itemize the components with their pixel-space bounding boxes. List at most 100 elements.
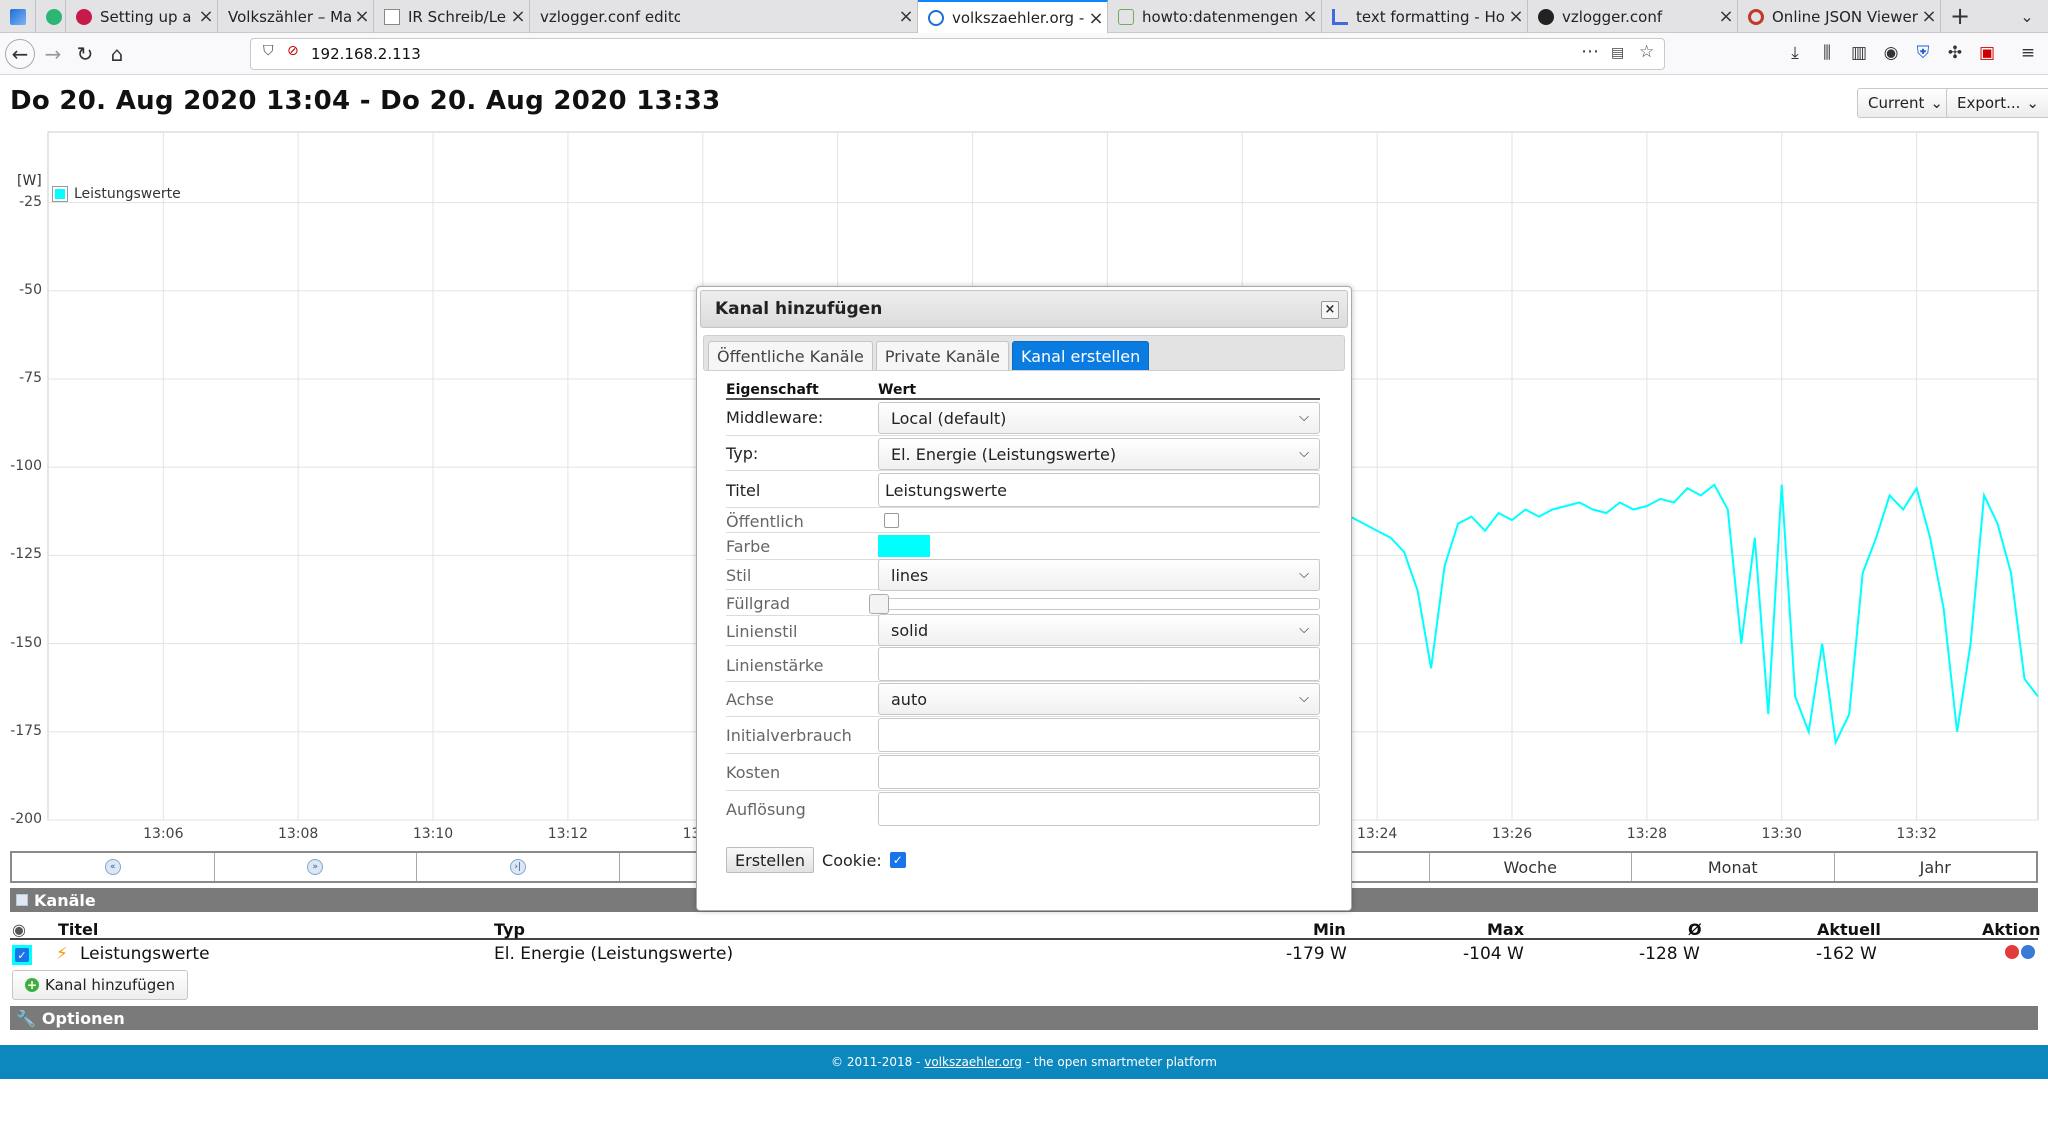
tab-title: vzlogger.conf: [1562, 7, 1663, 26]
close-icon[interactable]: ×: [1715, 6, 1737, 27]
eye-icon: ◉: [12, 920, 26, 939]
sidebar-icon[interactable]: ▥: [1847, 41, 1871, 65]
tab-pinned-2[interactable]: [36, 0, 66, 33]
close-icon[interactable]: ×: [1299, 6, 1321, 27]
insecure-lock-icon[interactable]: ⊘: [287, 43, 299, 59]
nav-back-button[interactable]: «: [12, 853, 215, 881]
title-input[interactable]: Leistungswerte: [878, 473, 1320, 507]
url-bar[interactable]: ⛉ ⊘ 192.168.2.113 ⋯ ▤ ☆: [250, 38, 1665, 70]
back-button[interactable]: ←: [5, 39, 35, 69]
browser-tab-strip: Setting up a wireless LAN× Volkszähler –…: [0, 0, 2048, 34]
tab-title: howto:datenmengen [w: [1142, 7, 1299, 26]
nav-end-button[interactable]: ›|: [417, 853, 620, 881]
shield-icon[interactable]: ⛉: [263, 43, 274, 59]
type-select[interactable]: El. Energie (Leistungswerte) ⌵: [878, 438, 1320, 470]
slider-handle[interactable]: [869, 594, 889, 614]
color-swatch[interactable]: [878, 535, 930, 557]
forward-button[interactable]: →: [38, 39, 68, 69]
close-icon[interactable]: ×: [195, 6, 217, 27]
arrow-left-icon: ←: [11, 42, 29, 66]
tab-item[interactable]: Online JSON Viewer ×: [1738, 0, 1941, 33]
tab-private-channels[interactable]: Private Kanäle: [875, 341, 1010, 370]
close-icon[interactable]: ×: [1085, 8, 1107, 29]
close-icon[interactable]: ×: [1918, 6, 1940, 27]
middleware-value: Local (default): [891, 408, 1007, 428]
y-axis-unit: [W]: [17, 173, 42, 189]
tab-title: IR Schreib/Lesekopf USB: [408, 7, 507, 26]
form-header: Eigenschaft Wert: [726, 382, 1320, 400]
download-icon[interactable]: ⤓: [1783, 41, 1807, 65]
style-select[interactable]: lines ⌵: [878, 559, 1320, 591]
y-tick-label: -175: [10, 722, 42, 739]
channel-title[interactable]: Leistungswerte: [80, 944, 210, 964]
close-icon[interactable]: ×: [895, 6, 917, 27]
tab-item[interactable]: IR Schreib/Lesekopf USB×: [374, 0, 530, 33]
delete-icon[interactable]: [2005, 945, 2019, 959]
export-button[interactable]: Export... ⌄: [1946, 88, 2048, 118]
tab-public-channels[interactable]: Öffentliche Kanäle: [708, 341, 873, 370]
options-section-header[interactable]: 🔧 Optionen: [10, 1006, 2038, 1030]
resolution-input[interactable]: [878, 792, 1320, 826]
tab-item[interactable]: Volkszähler – Manuel Wortm×: [218, 0, 374, 33]
new-tab-button[interactable]: +: [1945, 0, 1975, 33]
middleware-select[interactable]: Local (default) ⌵: [878, 402, 1320, 434]
add-channel-button[interactable]: + Kanal hinzufügen: [12, 970, 189, 1000]
url-text[interactable]: 192.168.2.113: [311, 45, 421, 63]
menu-icon[interactable]: ≡: [2016, 41, 2040, 65]
bookmark-star-icon[interactable]: ☆: [1639, 42, 1654, 62]
costs-input[interactable]: [878, 755, 1320, 789]
tab-title: volkszaehler.org - web fr: [952, 9, 1085, 27]
extension-badge-icon[interactable]: ▣: [1975, 41, 1999, 65]
reader-view-icon[interactable]: ▤: [1611, 45, 1624, 61]
tab-item[interactable]: text formatting - How to×: [1322, 0, 1528, 33]
public-checkbox[interactable]: [884, 513, 899, 528]
fill-slider[interactable]: [869, 594, 1320, 614]
channel-avg: -128 W: [1639, 944, 1700, 964]
line-style-select[interactable]: solid ⌵: [878, 614, 1320, 646]
channels-section-label: Kanäle: [34, 890, 96, 910]
axis-select[interactable]: auto ⌵: [878, 683, 1320, 715]
close-icon[interactable]: ×: [1321, 301, 1339, 319]
line-width-input[interactable]: [878, 647, 1320, 681]
tab-pinned-1[interactable]: [0, 0, 36, 33]
tab-create-channel[interactable]: Kanal erstellen: [1012, 341, 1150, 370]
nav-month-button[interactable]: Monat: [1632, 853, 1835, 881]
tab-item[interactable]: vzlogger.conf editor ×: [530, 0, 918, 33]
close-icon[interactable]: ×: [1505, 6, 1527, 27]
chevron-down-icon: ⌵: [1299, 567, 1309, 582]
footer-link[interactable]: volkszaehler.org: [924, 1055, 1022, 1069]
nav-year-button[interactable]: Jahr: [1835, 853, 2037, 881]
tab-item[interactable]: Setting up a wireless LAN×: [66, 0, 218, 33]
library-icon[interactable]: ⫼: [1815, 41, 1839, 65]
extension-puzzle-icon[interactable]: ✣: [1943, 41, 1967, 65]
line-width-label: Linienstärke: [726, 656, 824, 675]
info-icon[interactable]: [2021, 945, 2035, 959]
tab-item-active[interactable]: volkszaehler.org - web fr×: [918, 0, 1108, 34]
more-actions-icon[interactable]: ⋯: [1581, 41, 1599, 62]
tab-item[interactable]: howto:datenmengen [w×: [1108, 0, 1322, 33]
create-button[interactable]: Erstellen: [726, 847, 815, 873]
chevron-down-icon: ⌵: [1299, 410, 1309, 425]
close-icon[interactable]: ×: [351, 6, 373, 27]
reload-button[interactable]: ↻: [70, 39, 100, 69]
chart-legend[interactable]: Leistungswerte: [52, 186, 181, 202]
channel-toggle-checkbox[interactable]: ✓: [12, 945, 32, 965]
row-line-width: Linienstärke: [726, 646, 1320, 682]
dialog-titlebar[interactable]: Kanal hinzufügen ×: [700, 290, 1348, 328]
tab-list-chevron-icon[interactable]: ⌄: [2012, 0, 2042, 33]
chevron-down-icon: ⌵: [1299, 446, 1309, 461]
initial-consumption-input[interactable]: [878, 718, 1320, 752]
line-style-value: solid: [891, 620, 929, 640]
account-icon[interactable]: ◉: [1879, 41, 1903, 65]
cookie-checkbox[interactable]: ✓: [889, 852, 906, 868]
nav-week-button[interactable]: Woche: [1430, 853, 1632, 881]
row-type: Typ: El. Energie (Leistungswerte) ⌵: [726, 436, 1320, 471]
extension-shield-icon[interactable]: ⛨: [1911, 41, 1935, 65]
col-current: Aktuell: [1817, 920, 1881, 939]
tab-item[interactable]: vzlogger.conf ×: [1528, 0, 1738, 33]
close-icon[interactable]: ×: [507, 6, 529, 27]
home-button[interactable]: ⌂: [102, 39, 132, 69]
current-button[interactable]: Current ⌄: [1857, 88, 1954, 118]
nav-forward-button[interactable]: »: [215, 853, 417, 881]
x-tick-label: 13:12: [547, 826, 589, 842]
